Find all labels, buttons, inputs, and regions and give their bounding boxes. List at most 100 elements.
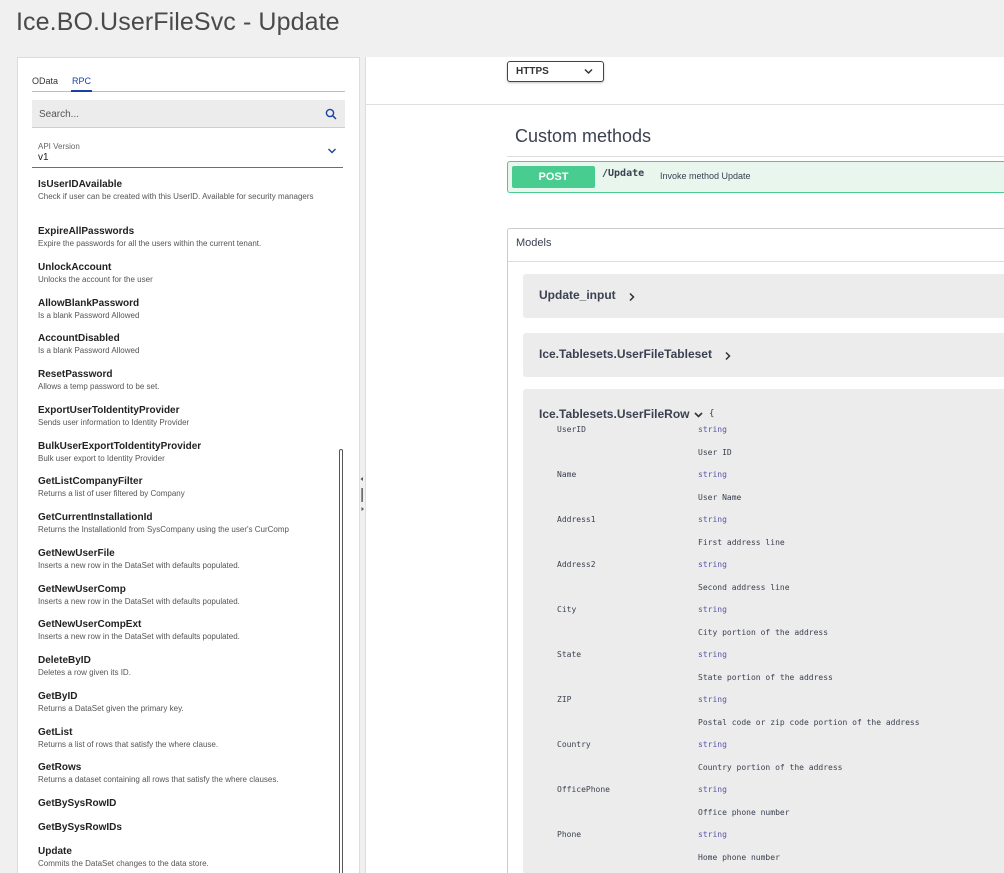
method-desc: Returns the InstallationId from SysCompa… bbox=[38, 525, 289, 534]
search-icon[interactable] bbox=[325, 108, 337, 120]
chevron-down-icon bbox=[328, 148, 336, 154]
page-title: Ice.BO.UserFileSvc - Update bbox=[16, 8, 340, 36]
method-name: GetList bbox=[38, 726, 73, 738]
search-box bbox=[32, 100, 345, 128]
protocol-tabs: OData RPC bbox=[32, 76, 345, 92]
method-name: AllowBlankPassword bbox=[38, 297, 140, 309]
property-type: string bbox=[698, 515, 727, 524]
property-type: string bbox=[698, 830, 727, 839]
api-version-label: API Version bbox=[38, 142, 80, 151]
chevron-down-icon bbox=[584, 68, 593, 75]
method-desc: Bulk user export to Identity Provider bbox=[38, 453, 165, 463]
property-type: string bbox=[698, 650, 727, 659]
tab-rpc[interactable]: RPC bbox=[70, 76, 93, 92]
methods-scrollbar[interactable] bbox=[339, 449, 343, 873]
method-item-getlistcompanyfilter[interactable]: GetListCompanyFilter Returns a list of us… bbox=[38, 476, 338, 512]
model-userfile-tableset[interactable]: Ice.Tablesets.UserFileTableset bbox=[523, 333, 1004, 377]
method-name: IsUserIDAvailable bbox=[38, 179, 123, 190]
method-item-expireallpasswords[interactable]: ExpireAllPasswords Expire the passwords f… bbox=[38, 226, 338, 262]
method-desc: Returns a list of user filtered by Compa… bbox=[38, 489, 185, 499]
operation-post-update[interactable]: POST /Update Invoke method Update bbox=[507, 161, 1004, 193]
method-item-getnewuserfile[interactable]: GetNewUserFile Inserts a new row in the D… bbox=[38, 548, 338, 584]
method-item-getbysysrowid[interactable]: GetBySysRowID bbox=[38, 798, 338, 822]
search-input[interactable] bbox=[39, 106, 309, 122]
method-item-isuseridavailable[interactable]: IsUserIDAvailable Check if user can be cr… bbox=[38, 179, 338, 226]
method-desc: Deletes a row given its ID. bbox=[38, 668, 131, 677]
property-description: Office phone number bbox=[698, 808, 790, 817]
method-name: GetListCompanyFilter bbox=[38, 476, 143, 488]
method-desc: Inserts a new row in the DataSet with de… bbox=[38, 560, 240, 570]
method-item-deletebyid[interactable]: DeleteByID Deletes a row given its ID. bbox=[38, 655, 338, 691]
property-type: string bbox=[698, 605, 727, 614]
method-item-bulkuserexporttoidentityprovider[interactable]: BulkUserExportToIdentityProvider Bulk use… bbox=[38, 441, 338, 477]
property-name: OfficePhone bbox=[557, 785, 610, 794]
operation-path: /Update bbox=[602, 168, 645, 179]
method-name: BulkUserExportToIdentityProvider bbox=[38, 440, 202, 452]
model-property: City string City portion of the address bbox=[523, 605, 1004, 650]
method-name: Update bbox=[38, 846, 72, 857]
property-description: First address line bbox=[698, 538, 785, 547]
method-item-allowblankpassword[interactable]: AllowBlankPassword Is a blank Password Al… bbox=[38, 298, 338, 334]
model-name: Ice.Tablesets.UserFileTableset bbox=[539, 347, 712, 361]
method-desc: Returns a DataSet given the primary key. bbox=[38, 703, 184, 713]
method-item-accountdisabled[interactable]: AccountDisabled Is a blank Password Allow… bbox=[38, 333, 338, 369]
divider bbox=[507, 156, 1004, 157]
chevron-right-icon bbox=[725, 351, 731, 361]
models-section: Models Update_input Ice.Tablesets.UserFi… bbox=[507, 228, 1004, 873]
method-name: ExportUserToIdentityProvider bbox=[38, 404, 180, 416]
model-name[interactable]: Ice.Tablesets.UserFileRow bbox=[539, 407, 690, 421]
method-desc: Expire the passwords for all the users w… bbox=[38, 239, 262, 248]
property-description: State portion of the address bbox=[698, 673, 833, 682]
method-desc: Sends user information to Identity Provi… bbox=[38, 417, 190, 427]
method-name: GetRows bbox=[38, 762, 82, 774]
model-property: Country string Country portion of the addr… bbox=[523, 740, 1004, 785]
method-name: GetCurrentInstallationId bbox=[38, 512, 153, 523]
method-desc: Returns a dataset containing all rows th… bbox=[38, 775, 279, 785]
property-description: Postal code or zip code portion of the a… bbox=[698, 718, 920, 727]
method-name: UnlockAccount bbox=[38, 261, 112, 273]
section-title: Custom methods bbox=[515, 126, 652, 146]
property-description: Country portion of the address bbox=[698, 763, 843, 772]
method-item-update[interactable]: Update Commits the DataSet changes to the… bbox=[38, 846, 338, 873]
property-description: User ID bbox=[698, 448, 732, 457]
property-name: Country bbox=[557, 740, 591, 749]
property-type: string bbox=[698, 695, 727, 704]
property-type: string bbox=[698, 785, 727, 794]
chevron-down-icon[interactable] bbox=[694, 411, 703, 419]
http-method-badge: POST bbox=[512, 166, 595, 188]
api-docs-panel: HTTPS Custom methods POST /Update Invoke… bbox=[365, 57, 1004, 873]
models-header[interactable]: Models bbox=[516, 237, 551, 249]
method-item-getbyid[interactable]: GetByID Returns a DataSet given the prima… bbox=[38, 691, 338, 727]
tab-odata[interactable]: OData bbox=[32, 76, 58, 86]
api-version-select[interactable]: API Version v1 bbox=[32, 137, 343, 168]
model-update-input[interactable]: Update_input bbox=[523, 274, 1004, 318]
method-item-getnewusercompext[interactable]: GetNewUserCompExt Inserts a new row in th… bbox=[38, 619, 338, 655]
scheme-value: HTTPS bbox=[516, 66, 549, 77]
method-name: GetNewUserFile bbox=[38, 547, 115, 559]
model-property: Phone string Home phone number bbox=[523, 830, 1004, 873]
method-item-getcurrentinstallationid[interactable]: GetCurrentInstallationId Returns the Inst… bbox=[38, 512, 338, 548]
model-property: ZIP string Postal code or zip code portion… bbox=[523, 695, 1004, 740]
api-version-value: v1 bbox=[38, 152, 49, 163]
property-name: City bbox=[557, 605, 577, 614]
method-desc: Allows a temp password to be set. bbox=[38, 382, 160, 391]
method-item-getrows[interactable]: GetRows Returns a dataset containing all … bbox=[38, 762, 338, 798]
model-property: Address1 string First address line bbox=[523, 515, 1004, 560]
property-name: Phone bbox=[557, 830, 582, 839]
method-item-exportusertoidentityprovider[interactable]: ExportUserToIdentityProvider Sends user i… bbox=[38, 405, 338, 441]
operation-summary: Invoke method Update bbox=[660, 171, 751, 181]
method-name: GetBySysRowIDs bbox=[38, 822, 122, 833]
method-item-getbysysrowids[interactable]: GetBySysRowIDs bbox=[38, 822, 338, 846]
model-property: UserID string User ID bbox=[523, 425, 1004, 470]
divider bbox=[508, 261, 1004, 262]
method-item-getnewusercomp[interactable]: GetNewUserComp Inserts a new row in the D… bbox=[38, 584, 338, 620]
method-item-resetpassword[interactable]: ResetPassword Allows a temp password to b… bbox=[38, 369, 338, 405]
property-description: Second address line bbox=[698, 583, 790, 592]
method-item-getlist[interactable]: GetList Returns a list of rows that satis… bbox=[38, 727, 338, 763]
method-name: ExpireAllPasswords bbox=[38, 226, 135, 237]
scheme-select[interactable]: HTTPS bbox=[507, 61, 604, 82]
property-type: string bbox=[698, 740, 727, 749]
model-property: OfficePhone string Office phone number bbox=[523, 785, 1004, 830]
method-desc: Inserts a new row in the DataSet with de… bbox=[38, 632, 240, 642]
method-item-unlockaccount[interactable]: UnlockAccount Unlocks the account for the… bbox=[38, 262, 338, 298]
